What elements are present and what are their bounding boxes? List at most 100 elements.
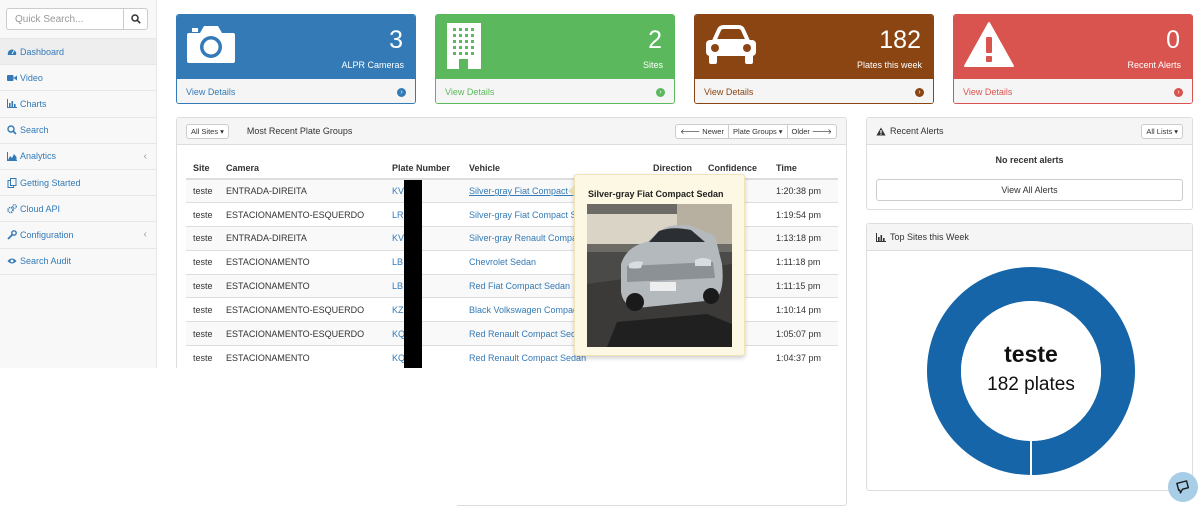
plate-number-link[interactable]: KV 4: [385, 226, 462, 251]
plate-groups-label: Plate Groups: [732, 126, 777, 136]
vehicle-link[interactable]: Chevrolet Sedan: [469, 257, 536, 267]
sidebar-item-search-audit[interactable]: Search Audit: [0, 249, 156, 275]
plate-number-link[interactable]: KV 6: [385, 178, 462, 203]
sidebar-item-dashboard[interactable]: Dashboard: [0, 39, 156, 66]
chevron-left-icon: ‹: [143, 229, 147, 241]
wrench-icon: [7, 230, 17, 240]
popover-title: Silver-gray Fiat Compact Sedan: [588, 189, 724, 199]
camera-cell: ESTACIONAMENTO-ESQUERDO: [219, 321, 385, 346]
sidebar-item-label: Cloud API: [20, 203, 61, 214]
sidebar-item-label: Search Audit: [20, 256, 72, 267]
vehicle-link[interactable]: Silver-gray Fiat Compact S: [469, 186, 577, 196]
sidebar-item-cloud-api[interactable]: Cloud API: [0, 196, 156, 223]
view-details-link[interactable]: View Details ›: [177, 78, 415, 103]
column-header[interactable]: Time: [769, 157, 838, 180]
view-details-link[interactable]: View Details ›: [436, 78, 674, 103]
vehicle-preview-popover: Silver-gray Fiat Compact Sedan: [568, 174, 745, 356]
vehicle-link[interactable]: Black Volkswagen Compac: [469, 305, 578, 315]
chat-widget-button[interactable]: [1168, 472, 1198, 502]
column-header[interactable]: Camera: [219, 157, 385, 180]
alert-list-label: All Lists: [1146, 126, 1173, 136]
sidebar-item-search[interactable]: Search: [0, 118, 156, 144]
car-icon: [706, 25, 756, 64]
site-cell: teste: [186, 226, 219, 251]
panel-title: Recent Alerts: [890, 126, 944, 136]
newer-button[interactable]: 🡐 Newer: [675, 123, 729, 139]
plate-number-link[interactable]: KQ 46: [385, 345, 462, 370]
older-button[interactable]: Older 🡒: [786, 123, 837, 139]
view-all-alerts-button[interactable]: View All Alerts: [876, 179, 1183, 201]
view-details-link[interactable]: View Details ›: [954, 78, 1192, 103]
donut-plates-label: 182 plates: [987, 374, 1075, 395]
site-cell: teste: [186, 273, 219, 298]
sidebar-item-label: Search: [20, 125, 49, 136]
caret-down-icon: ▾: [778, 126, 783, 136]
warning-icon: [964, 22, 1014, 67]
camera-cell: ESTACIONAMENTO-ESQUERDO: [219, 202, 385, 227]
view-details-label: View Details: [186, 87, 236, 97]
area-chart-icon: [7, 151, 17, 161]
chat-bubble-icon: [1176, 480, 1190, 494]
stat-panel-header: 0 Recent Alerts: [954, 15, 1192, 78]
camera-cell: ESTACIONAMENTO-ESQUERDO: [219, 297, 385, 322]
cogs-icon: [7, 203, 17, 214]
time-cell: 1:20:38 pm: [769, 178, 838, 203]
site-filter-label: All Sites: [191, 126, 219, 136]
stat-label: Sites: [642, 60, 663, 70]
vehicle-link[interactable]: Red Renault Compact Sed: [469, 329, 576, 339]
time-cell: 1:11:15 pm: [769, 273, 838, 298]
stat-panel-alerts: 0 Recent Alerts View Details ›: [953, 14, 1193, 104]
plate-number-link[interactable]: KZ 1: [385, 297, 462, 322]
view-details-label: View Details: [445, 87, 495, 97]
sidebar-item-charts[interactable]: Charts: [0, 91, 156, 118]
sidebar-item-analytics[interactable]: Analytics ‹: [0, 144, 156, 170]
chevron-left-icon: ‹: [143, 150, 147, 162]
view-details-label: View Details: [963, 87, 1013, 97]
stat-panel-cameras: 3 ALPR Cameras View Details ›: [176, 14, 416, 104]
panel-title: Top Sites this Week: [890, 232, 969, 242]
blank-area: [0, 368, 457, 506]
stat-value: 0: [1166, 26, 1180, 54]
site-cell: teste: [186, 345, 219, 370]
stat-value: 2: [648, 26, 662, 54]
vehicle-link[interactable]: Silver-gray Renault Compa: [469, 233, 577, 243]
time-cell: 1:04:37 pm: [769, 345, 838, 370]
top-sites-donut-chart: teste 182 plates: [927, 267, 1135, 475]
plate-number-link[interactable]: LB 6: [385, 273, 462, 298]
recent-alerts-panel: Recent Alerts All Lists ▾ No recent alert…: [866, 117, 1193, 210]
time-cell: 1:19:54 pm: [769, 202, 838, 227]
time-cell: 1:11:18 pm: [769, 249, 838, 275]
camera-cell: ENTRADA-DIREITA: [219, 226, 385, 251]
search-button[interactable]: [123, 8, 148, 30]
quick-search-input[interactable]: [6, 8, 123, 30]
stat-panel-header: 182 Plates this week: [695, 15, 933, 78]
vehicle-link[interactable]: Red Fiat Compact Sedan: [469, 281, 570, 291]
time-cell: 1:05:07 pm: [769, 321, 838, 346]
sidebar-item-getting-started[interactable]: Getting Started: [0, 170, 156, 197]
plate-number-link[interactable]: KQ 46: [385, 321, 462, 346]
arrow-right-icon: 🡒: [811, 126, 832, 136]
site-filter-dropdown[interactable]: All Sites ▾: [186, 123, 229, 139]
panel-heading: Top Sites this Week: [867, 224, 1192, 251]
caret-down-icon: ▾: [220, 126, 224, 136]
vehicle-link[interactable]: Red Renault Compact Sedan: [469, 353, 586, 363]
column-header[interactable]: Site: [186, 157, 219, 180]
search-icon: [7, 125, 17, 135]
sidebar-item-video[interactable]: Video: [0, 65, 156, 92]
plate-number-link[interactable]: LB 6: [385, 249, 462, 275]
eye-icon: [7, 256, 17, 266]
view-details-link[interactable]: View Details ›: [695, 78, 933, 103]
alert-list-dropdown[interactable]: All Lists ▾: [1141, 123, 1183, 139]
warning-icon: [876, 127, 886, 135]
sidebar-item-label: Analytics: [20, 151, 57, 162]
vehicle-link[interactable]: Silver-gray Fiat Compact S: [469, 210, 577, 220]
camera-cell: ESTACIONAMENTO: [219, 345, 385, 370]
stat-panel-plates: 182 Plates this week View Details ›: [694, 14, 934, 104]
site-cell: teste: [186, 202, 219, 227]
stat-panel-header: 3 ALPR Cameras: [177, 15, 415, 78]
sidebar-item-configuration[interactable]: Configuration ‹: [0, 222, 156, 249]
plate-groups-dropdown[interactable]: Plate Groups ▾: [727, 123, 788, 139]
stat-label: Recent Alerts: [1127, 60, 1181, 70]
column-header[interactable]: Plate Number: [385, 157, 462, 180]
plate-number-link[interactable]: LR 4: [385, 202, 462, 227]
